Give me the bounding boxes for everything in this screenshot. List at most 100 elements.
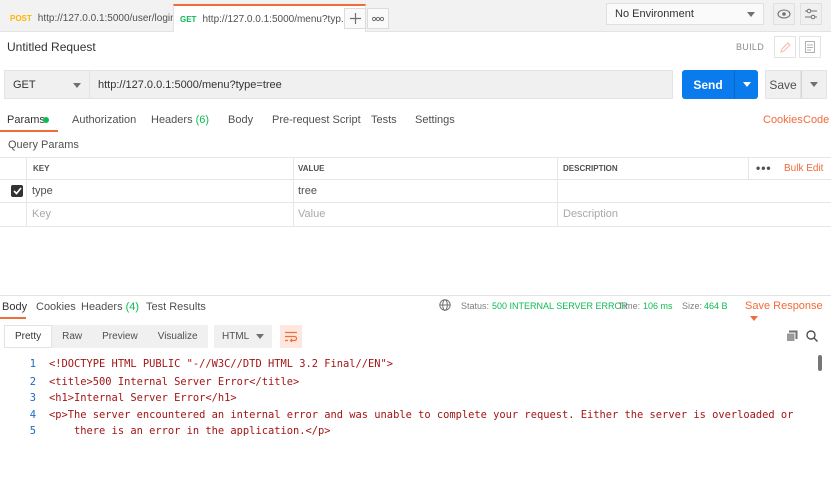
table-col-divider [26,157,27,226]
chevron-down-icon [747,12,755,17]
globe-icon[interactable] [439,299,451,314]
response-tab-test-results[interactable]: Test Results [146,301,206,313]
table-col-divider [557,157,558,226]
param-key-cell[interactable]: type [32,185,53,197]
response-tab-cookies[interactable]: Cookies [36,301,76,313]
sliders-icon [805,8,817,20]
new-description-input[interactable]: Description [563,208,618,220]
tab-method-post: POST [10,14,32,23]
table-border [0,202,831,203]
tab-authorization[interactable]: Authorization [72,114,136,126]
edit-button[interactable] [774,36,796,58]
manage-environments-button[interactable] [800,3,822,25]
query-params-label: Query Params [8,139,79,151]
column-header-description: DESCRIPTION [563,164,618,173]
tab-body[interactable]: Body [228,114,253,126]
active-tab-underline [0,317,26,319]
save-response-button[interactable]: Save Response [745,300,831,324]
code-link[interactable]: Code [803,114,829,126]
new-value-input[interactable]: Value [298,208,325,220]
tab-method-get: GET [180,14,197,24]
format-toggle-group: Pretty Raw Preview Visualize [4,325,208,348]
response-tab-body[interactable]: Body [2,301,27,313]
cookies-link[interactable]: Cookies [763,114,803,126]
code-line: <!DOCTYPE HTML PUBLIC "-//W3C//DTD HTML … [49,358,394,370]
tab-headers-count: (6) [195,114,210,126]
bulk-edit-link[interactable]: Bulk Edit [784,163,823,174]
plus-icon [349,13,361,24]
checkmark-icon [12,187,22,195]
save-options-button[interactable] [801,70,827,99]
table-border [0,226,831,227]
tab-params[interactable]: Params [7,114,45,126]
wrap-lines-button[interactable] [280,325,302,348]
documentation-button[interactable] [799,36,821,58]
size-value[interactable]: 464 B [704,301,728,311]
request-url-input[interactable]: http://127.0.0.1:5000/menu?type=tree [90,70,673,99]
table-border [0,157,831,158]
table-col-divider [748,157,749,179]
environment-quick-look-button[interactable] [773,3,795,25]
eye-icon [777,9,791,19]
save-button[interactable]: Save [765,70,801,99]
status-value[interactable]: 500 INTERNAL SERVER ERROR [492,301,628,311]
line-number: 5 [29,425,36,437]
http-method-value: GET [13,78,36,91]
build-mode-label: BUILD [736,42,765,52]
format-raw-button[interactable]: Raw [52,325,92,348]
response-scrollbar[interactable] [818,355,822,371]
format-visualize-button[interactable]: Visualize [148,325,208,348]
more-tabs-button[interactable] [367,8,389,29]
request-tab-get-menu[interactable]: GET http://127.0.0.1:5000/menu?typ... [173,4,367,32]
wrap-lines-icon [285,331,297,342]
search-icon[interactable] [806,330,819,345]
chevron-down-icon [73,83,81,88]
code-line: <h1>Internal Server Error</h1> [49,392,237,404]
send-button[interactable]: Send [682,70,734,99]
new-tab-button[interactable] [344,8,366,29]
param-enabled-checkbox[interactable] [11,185,23,197]
chevron-down-icon [256,334,264,339]
params-active-indicator [43,117,49,123]
http-method-select[interactable]: GET [4,70,90,99]
table-options-button[interactable]: ••• [756,161,772,175]
tab-settings[interactable]: Settings [415,114,455,126]
copy-icon[interactable] [786,330,798,345]
document-icon [805,41,815,53]
time-value[interactable]: 106 ms [643,301,673,311]
environment-select[interactable]: No Environment [606,3,764,25]
tab-url: http://127.0.0.1:5000/menu?typ... [202,13,350,25]
size-label: Size: [682,301,703,311]
status-label: Status: [461,301,490,311]
active-tab-underline [0,130,58,132]
response-divider[interactable] [0,295,831,296]
tab-tests[interactable]: Tests [371,114,397,126]
chevron-down-icon [750,315,758,321]
param-value-cell[interactable]: tree [298,185,317,197]
send-options-button[interactable] [734,70,758,99]
response-tab-headers[interactable]: Headers (4) [81,301,139,313]
request-title[interactable]: Untitled Request [7,40,96,54]
language-select[interactable]: HTML [214,325,272,348]
code-line: there is an error in the application.</p… [49,425,331,437]
tab-url: http://127.0.0.1:5000/user/login [37,13,176,24]
chevron-down-icon [810,82,818,87]
line-number: 3 [29,392,36,404]
column-header-value: VALUE [298,164,325,173]
time-label: Time: [618,301,641,311]
ellipsis-icon [372,16,384,21]
tab-headers[interactable]: Headers (6) [151,114,209,126]
format-pretty-button[interactable]: Pretty [4,325,53,348]
new-key-input[interactable]: Key [32,208,51,220]
code-line: <p>The server encountered an internal er… [49,409,794,421]
response-tab-headers-count: (4) [125,301,140,313]
line-number: 4 [29,409,36,421]
tab-prerequest-script[interactable]: Pre-request Script [272,114,361,126]
request-tab-post-login[interactable]: POST http://127.0.0.1:5000/user/login [4,5,192,32]
table-col-divider [293,157,294,226]
tab-headers-label: Headers [151,114,193,126]
code-line: <title>500 Internal Server Error</title> [49,376,300,388]
format-preview-button[interactable]: Preview [92,325,148,348]
response-tab-headers-label: Headers [81,301,123,313]
environment-select-value: No Environment [615,8,694,20]
